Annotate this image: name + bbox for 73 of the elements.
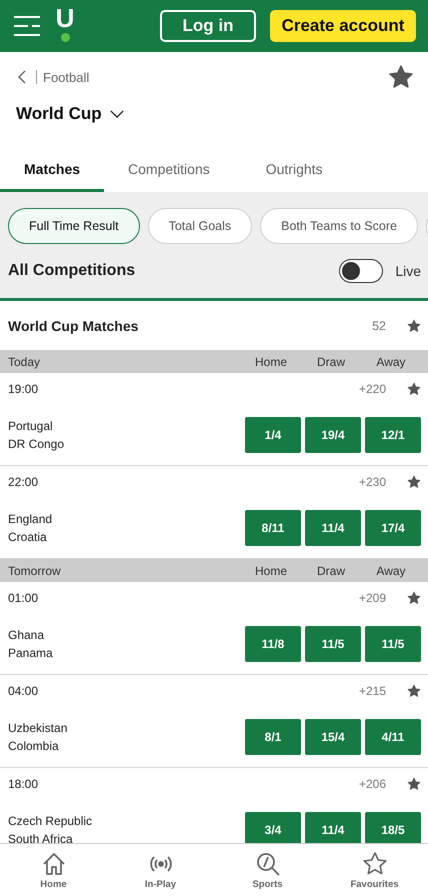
search-icon — [254, 850, 280, 876]
more-markets-count[interactable]: +206 — [358, 777, 386, 791]
tab[interactable]: Outrights — [258, 148, 331, 192]
kickoff-time: 01:00 — [8, 591, 40, 605]
nav-item[interactable]: Favourites — [321, 844, 428, 896]
odds-button[interactable]: 12/1 — [365, 417, 421, 453]
favourite-star-icon[interactable] — [407, 475, 421, 489]
section-title: World Cup Matches — [8, 318, 140, 334]
column-header: Away — [375, 354, 407, 368]
login-button[interactable]: Log in — [160, 10, 256, 42]
more-markets-count[interactable]: +220 — [358, 382, 386, 396]
team-name: Czech Republic — [8, 814, 94, 828]
more-markets-count[interactable]: +209 — [358, 591, 386, 605]
match-count: 52 — [372, 318, 386, 332]
date-label: Today — [8, 354, 42, 368]
page-title: World Cup — [16, 104, 102, 124]
breadcrumb-link[interactable]: Football — [16, 70, 90, 84]
competitions-label: All Competitions — [8, 262, 136, 280]
team-name: DR Congo — [8, 437, 66, 451]
favourite-star-icon[interactable] — [407, 777, 421, 791]
odds-button[interactable]: 4/11 — [365, 719, 421, 755]
nav-item[interactable]: In-Play — [107, 844, 214, 896]
column-header: Home — [254, 564, 288, 578]
odds-button[interactable]: 3/4 — [245, 812, 301, 843]
favourite-star-icon[interactable] — [407, 591, 421, 605]
kickoff-time: 19:00 — [8, 382, 40, 396]
team-name: Portugal — [8, 419, 54, 433]
more-markets-count[interactable]: +230 — [358, 475, 386, 489]
odds-button[interactable]: 8/1 — [245, 719, 301, 755]
team-name: Panama — [8, 646, 54, 660]
team-name: Uzbekistan — [8, 721, 68, 735]
menu-icon[interactable] — [14, 15, 40, 37]
odds-button[interactable]: 11/8 — [245, 626, 301, 662]
odds-button[interactable]: 19/4 — [305, 417, 361, 453]
filter-chip[interactable]: Total Goals — [148, 208, 252, 244]
team-name: England — [8, 512, 54, 526]
odds-button[interactable]: 11/5 — [365, 626, 421, 662]
odds-button[interactable]: 11/4 — [305, 510, 361, 546]
odds-button[interactable]: 17/4 — [365, 510, 421, 546]
live-toggle[interactable] — [339, 259, 384, 283]
more-markets-count[interactable]: +215 — [358, 684, 386, 698]
column-header: Home — [254, 354, 288, 368]
team-name: Ghana — [8, 628, 46, 642]
team-name: Croatia — [8, 530, 48, 544]
tab[interactable]: Competitions — [120, 148, 218, 192]
favourite-star-icon[interactable] — [388, 64, 414, 90]
odds-button[interactable]: 18/5 — [365, 812, 421, 843]
odds-button[interactable]: 15/4 — [305, 719, 361, 755]
team-name: South Africa — [8, 832, 74, 843]
date-label: Tomorrow — [8, 564, 62, 578]
nav-item[interactable]: Sports — [214, 844, 321, 896]
favourite-star-icon[interactable] — [407, 318, 421, 332]
star-icon — [362, 850, 388, 876]
create-account-button[interactable]: Create account — [270, 10, 416, 42]
odds-button[interactable]: 1/4 — [245, 417, 301, 453]
column-header: Draw — [316, 564, 346, 578]
nav-item[interactable]: Home — [0, 844, 107, 896]
home-icon — [40, 850, 66, 876]
filter-chip[interactable]: Full Time Result — [8, 208, 140, 244]
logo[interactable]: U — [54, 5, 76, 43]
kickoff-time: 22:00 — [8, 475, 40, 489]
odds-button[interactable]: 8/11 — [245, 510, 301, 546]
column-header: Draw — [316, 354, 346, 368]
live-label: Live — [395, 263, 421, 279]
column-header: Away — [375, 564, 407, 578]
favourite-star-icon[interactable] — [407, 382, 421, 396]
team-name: Colombia — [8, 739, 60, 753]
odds-button[interactable]: 11/4 — [305, 812, 361, 843]
favourite-star-icon[interactable] — [407, 684, 421, 698]
kickoff-time: 18:00 — [8, 777, 40, 791]
filter-chip[interactable]: Both Teams to Score — [260, 208, 418, 244]
odds-button[interactable]: 11/5 — [305, 626, 361, 662]
kickoff-time: 04:00 — [8, 684, 40, 698]
